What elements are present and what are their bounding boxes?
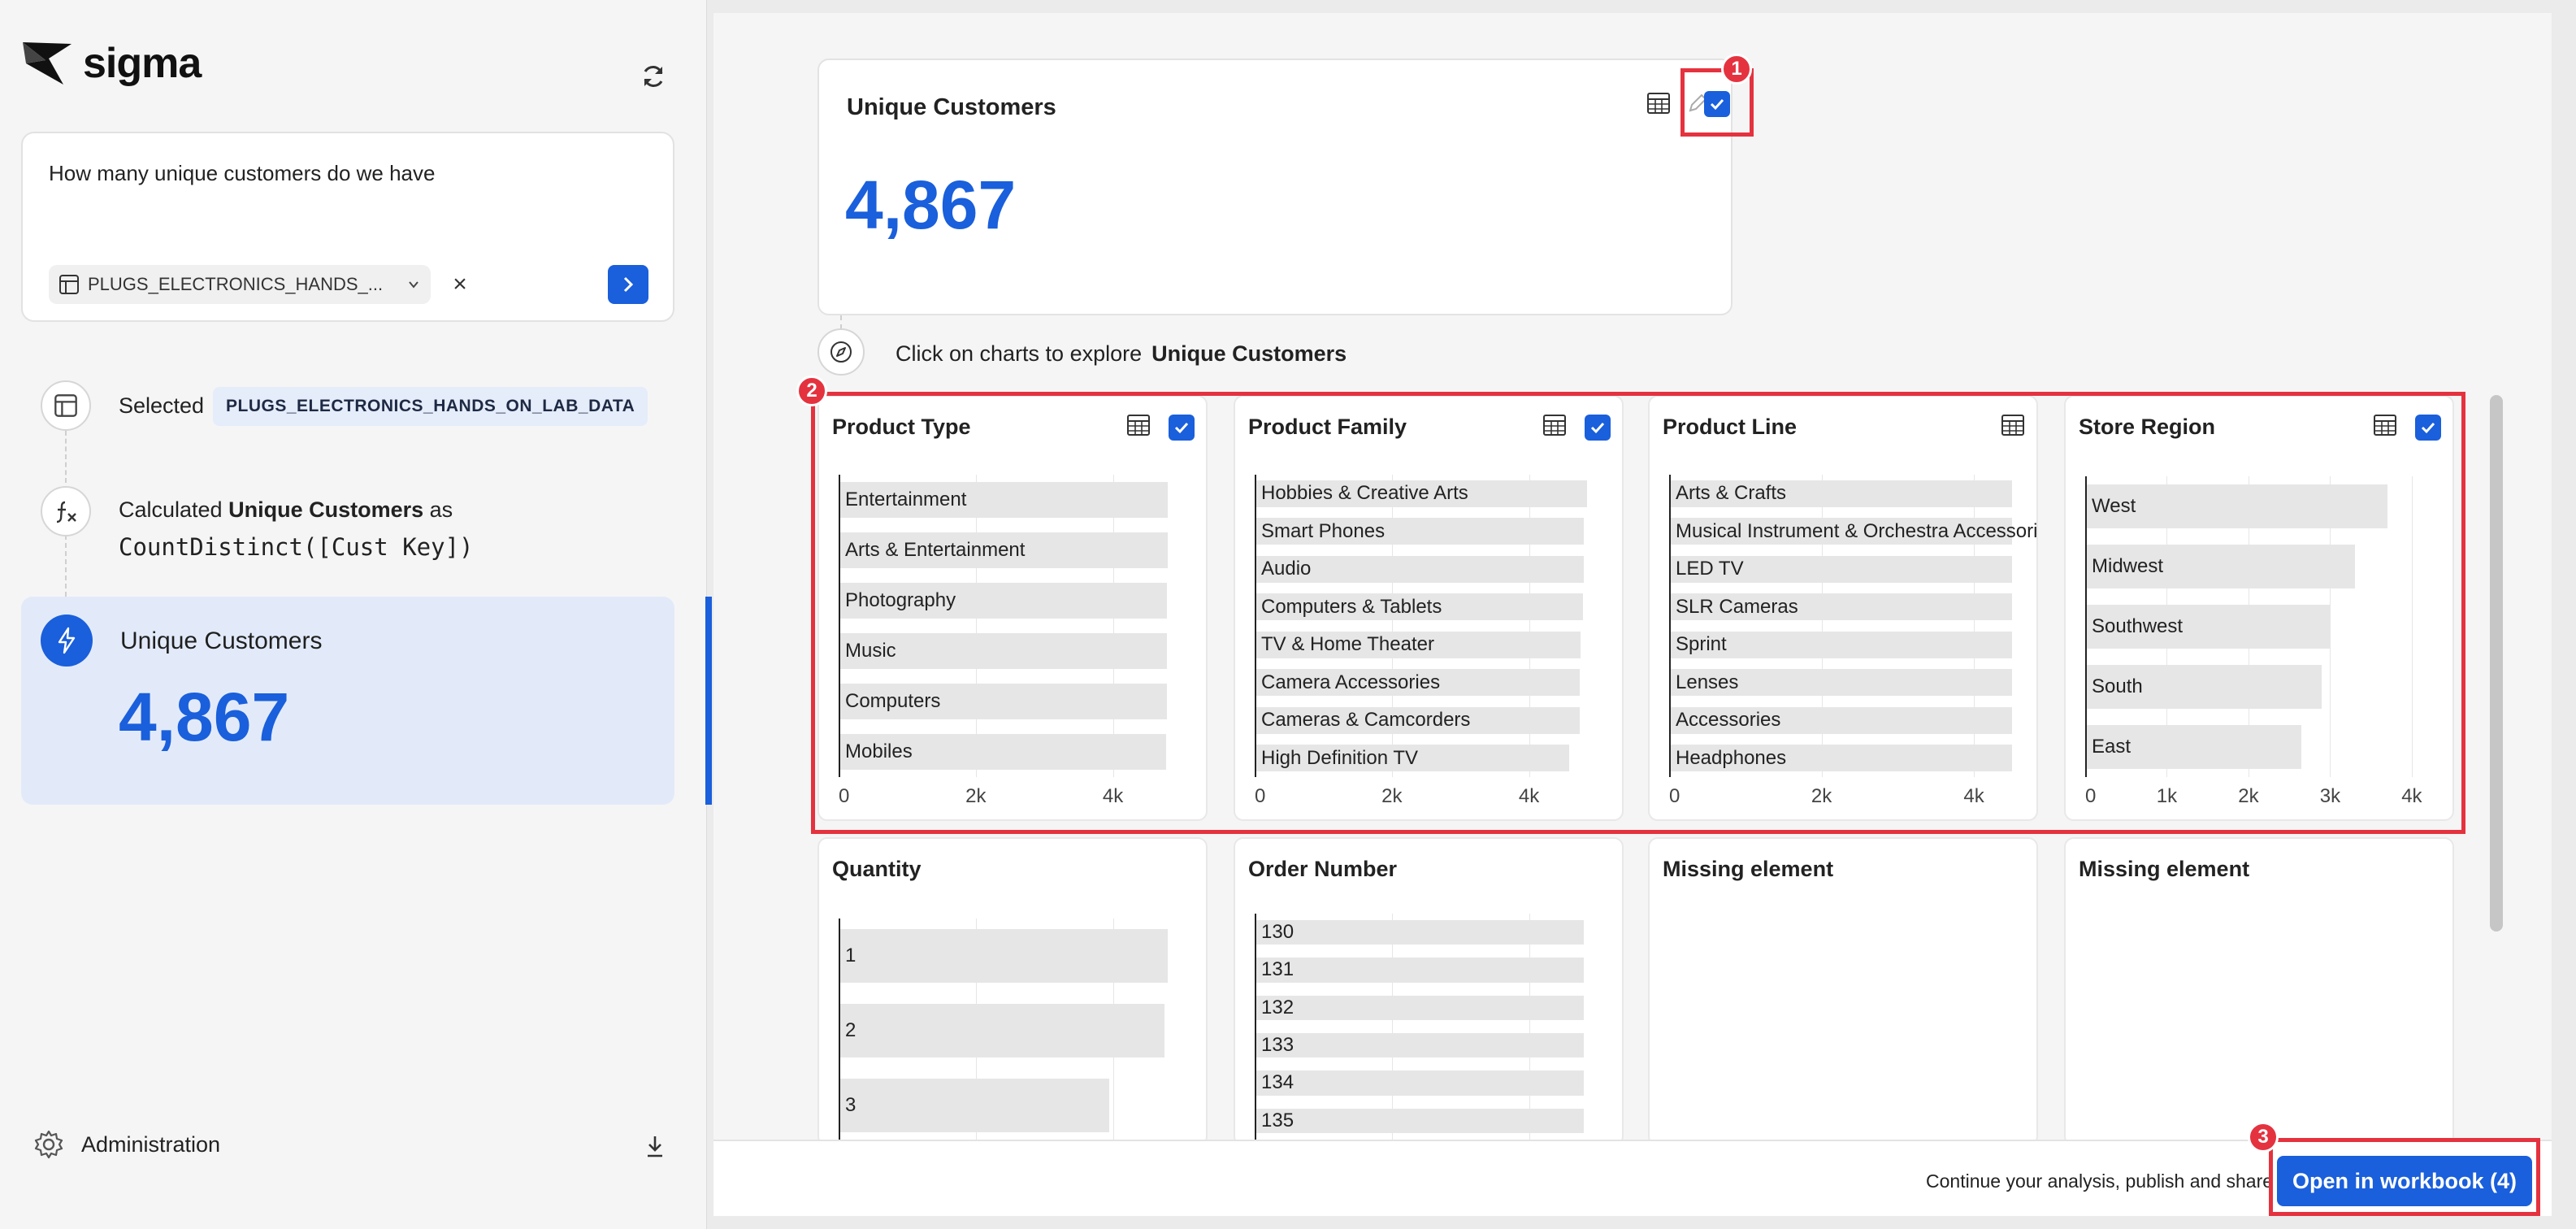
bar-label: 2 [845,1018,856,1041]
footer-text: Continue your analysis, publish and shar… [1926,1170,2274,1192]
explore-hint: Click on charts to explore Unique Custome… [896,341,1347,367]
callout-box-3 [2269,1138,2540,1216]
answer-value: 4,867 [119,679,290,755]
lightning-icon [41,614,93,667]
callout-box-2 [811,392,2465,834]
administration-label: Administration [81,1131,221,1157]
chart-title: Quantity [832,857,922,881]
grid-line [1391,914,1393,1140]
chevron-down-icon [409,281,418,289]
table-icon [59,275,79,294]
bar[interactable]: 3 [839,1078,1110,1133]
bar[interactable]: 130 [1255,919,1585,945]
refresh-icon [644,66,663,87]
chart-card[interactable]: Missing element [2064,837,2454,1146]
gear-icon [34,1130,63,1159]
kpi-value: 4,867 [845,167,1017,243]
table-icon [54,394,77,417]
bar[interactable]: 2 [839,1003,1164,1058]
active-indicator [705,597,712,805]
bar-label: 134 [1261,1071,1295,1094]
query-input[interactable]: How many unique customers do we have [49,161,435,186]
chevron-right-icon [623,276,634,293]
bar-label: 1 [845,944,856,966]
bar-label: 132 [1261,996,1295,1018]
answer-card[interactable]: Unique Customers 4,867 [21,597,674,805]
calc-prefix: Calculated [119,497,223,522]
callout-badge-3: 3 [2248,1122,2279,1153]
compass-icon [817,328,865,376]
step-selected [41,380,91,431]
kpi-title: Unique Customers [847,94,1056,120]
chart-card[interactable]: Quantity 1 2 3 [817,837,1208,1146]
administration-link[interactable]: Administration [33,1128,220,1161]
download-icon [648,1136,662,1157]
table-icon [1647,93,1670,114]
step-connector [65,431,67,483]
logo-wordmark: sigma [83,40,202,87]
chart-title: Missing element [2079,857,2250,881]
sigma-logo: sigma [21,39,202,88]
query-card[interactable]: How many unique customers do we have PLU… [21,132,674,322]
sigma-logo-icon [23,42,72,85]
callout-badge-2: 2 [796,376,827,406]
source-selector[interactable]: PLUGS_ELECTRONICS_HANDS_... [49,265,431,304]
refresh-button[interactable] [635,59,671,94]
bar-label: 135 [1261,1109,1295,1131]
download-button[interactable] [640,1130,670,1162]
kpi-card[interactable]: Unique Customers 4,867 [817,59,1733,315]
function-icon [56,501,76,523]
bar-area: 1 2 3 [839,918,1178,1143]
chart-card[interactable]: Order Number 130 131 132 133 134 135 [1234,837,1624,1146]
bar-area: 130 131 132 133 134 135 [1255,914,1594,1140]
view-table-button[interactable] [1646,91,1671,119]
bar-label: 131 [1261,958,1295,981]
calc-metric-name: Unique Customers [228,497,424,522]
explore-target: Unique Customers [1151,341,1347,366]
step-calculated [41,486,91,536]
y-axis [1255,914,1256,1140]
step-connector [65,535,67,597]
bar[interactable]: 135 [1255,1108,1585,1134]
selected-table-chip[interactable]: PLUGS_ELECTRONICS_HANDS_ON_LAB_DATA [213,387,648,426]
submit-button[interactable] [608,265,648,304]
bar-label: 3 [845,1093,856,1116]
step-calculated-text: Calculated Unique Customers as [119,497,453,523]
callout-badge-1: 1 [1721,54,1752,85]
chart-title: Missing element [1663,857,1834,881]
answer-title: Unique Customers [120,628,323,654]
bar[interactable]: 131 [1255,958,1585,983]
grid-line [1529,914,1530,1140]
main-panel: Unique Customers 4,867 1 Click on charts… [713,13,2552,1216]
checkmark-icon [1710,98,1724,111]
clear-source-button[interactable]: × [445,268,475,301]
bar[interactable]: 1 [839,928,1169,984]
bar[interactable]: 133 [1255,1032,1585,1058]
bar-label: 133 [1261,1034,1295,1057]
step-selected-label: Selected [119,393,205,418]
bar[interactable]: 132 [1255,995,1585,1021]
calc-suffix: as [429,497,453,522]
source-name: PLUGS_ELECTRONICS_HANDS_... [88,274,384,294]
bar[interactable]: 134 [1255,1070,1585,1096]
chart-card[interactable]: Missing element [1648,837,2038,1146]
explore-hint-text: Click on charts to explore [896,341,1143,366]
y-axis [839,918,840,1143]
sidebar: sigma How many unique customers do we ha… [0,0,712,1229]
bar-label: 130 [1261,921,1295,944]
vertical-scrollbar[interactable] [2490,395,2503,932]
chart-title: Order Number [1248,857,1398,881]
kpi-checkbox[interactable] [1704,91,1730,117]
calc-formula: CountDistinct([Cust Key]) [119,533,474,561]
